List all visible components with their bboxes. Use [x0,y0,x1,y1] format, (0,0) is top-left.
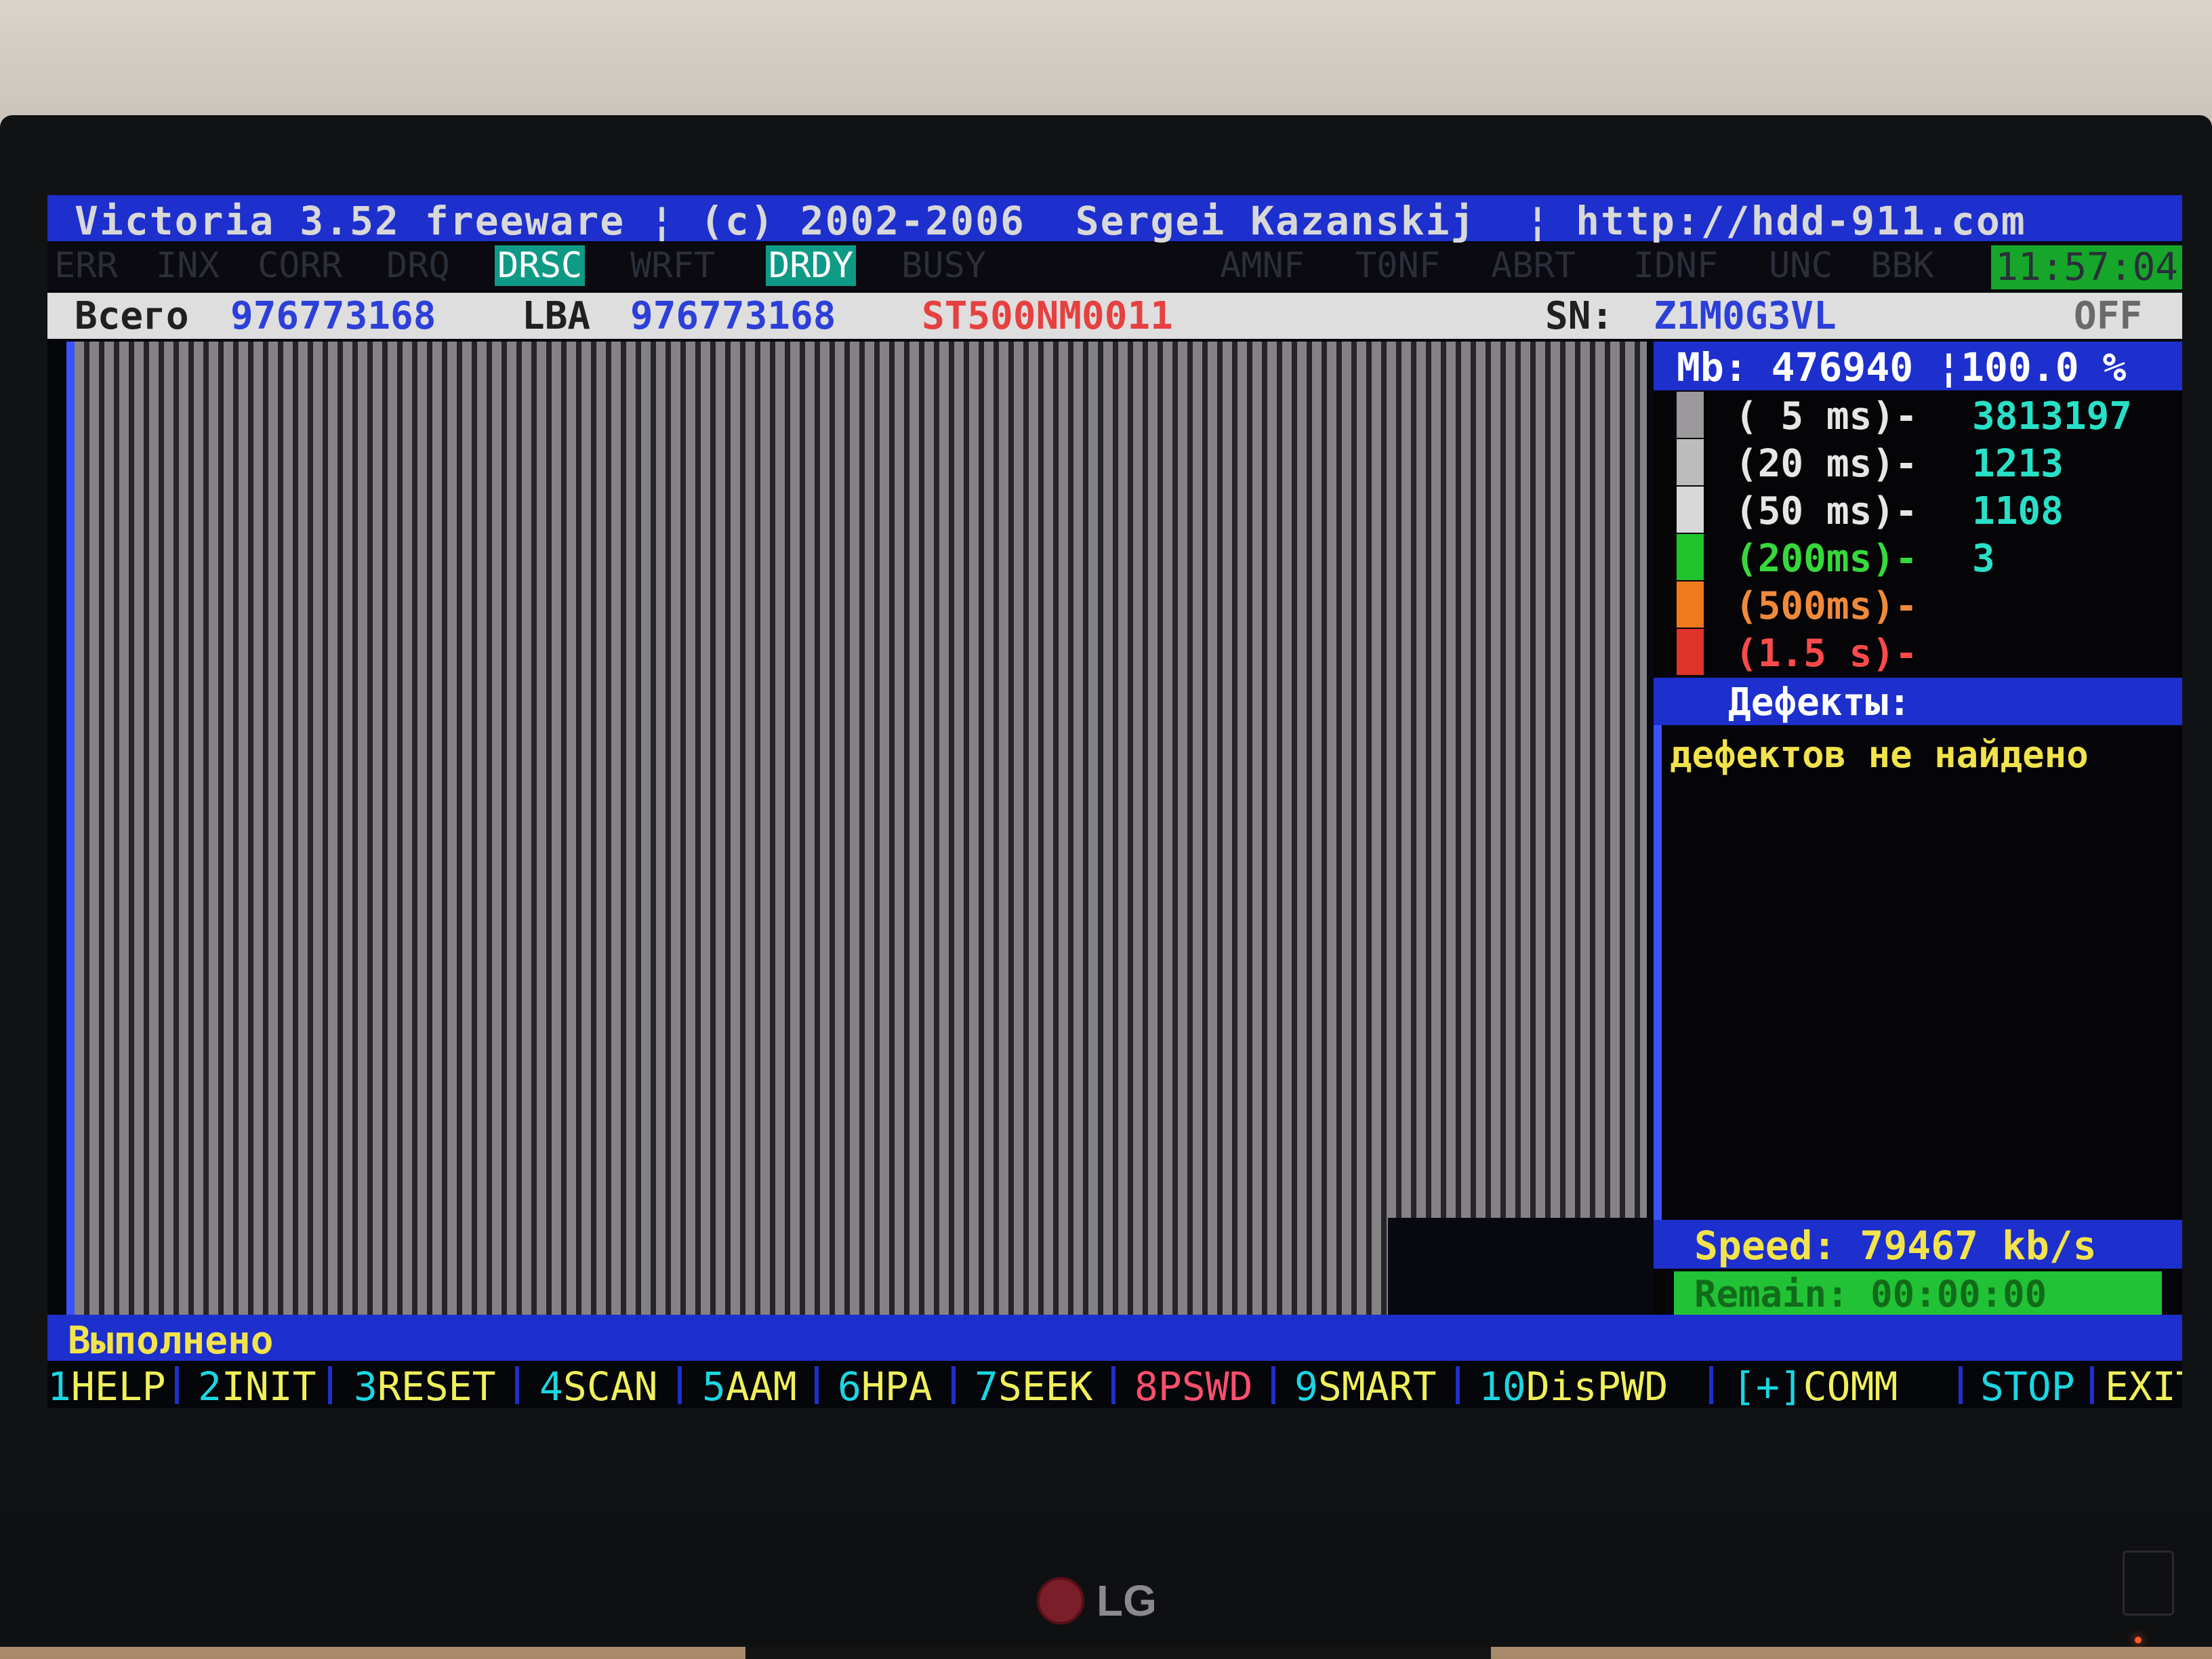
f4-scan-key[interactable]: 4SCAN [539,1364,658,1408]
off-label: OFF [2074,294,2143,338]
f6-hpa-key[interactable]: 6HPA [838,1364,933,1408]
mb-progress-bar: Mb: 476940 ¦100.0 % [1654,342,2182,390]
flag-drdy: DRDY [766,245,857,286]
status-text: Выполнено [68,1319,274,1363]
total-label: Всего [75,294,189,338]
flag-corr: CORR [258,245,343,286]
remain-readout: Remain: 00:00:00 [1694,1273,2047,1315]
flag-inx: INX [156,245,220,286]
defects-message: дефектов не найдено [1670,733,2089,776]
defects-list: дефектов не найдено [1654,725,2182,1220]
flag-drsc: DRSC [495,245,586,286]
monitor-logo: LG [1037,1576,1157,1626]
latency-500ms-swatch [1677,581,1704,628]
latency-5ms-swatch [1677,392,1704,438]
latency-5ms-count: 3813197 [1972,394,2133,438]
key-separator [678,1366,682,1404]
f8-pswd-key[interactable]: 8PSWD [1134,1364,1253,1408]
key-separator [1959,1366,1963,1404]
latency-1500ms-swatch [1677,629,1704,675]
scan-blocks [75,342,1647,1315]
latency-50ms-swatch [1677,487,1704,533]
latency-200ms-count: 3 [1972,537,1995,581]
function-key-bar: 1HELP 2INIT 3RESET 4SCAN 5AAM 6HPA 7SEEK… [47,1362,2182,1408]
drive-model: ST500NM0011 [922,294,1173,338]
flag-abrt: ABRT [1491,245,1576,286]
remain-bar: Remain: 00:00:00 [1674,1271,2162,1315]
latency-5ms-label: ( 5 ms)- [1735,394,1918,438]
sn-label: SN: [1545,294,1614,338]
flag-t0nf: T0NF [1355,245,1441,286]
stop-key[interactable]: STOP [1980,1364,2075,1408]
scan-grid [66,342,1659,1315]
scan-unfilled-area [1388,1218,1659,1315]
power-led-icon [2135,1637,2142,1643]
key-separator [515,1366,519,1404]
f10-dispwd-key[interactable]: 10DisPWD [1479,1364,1668,1408]
latency-20ms-swatch [1677,439,1704,485]
f3-reset-key[interactable]: 3RESET [354,1364,496,1408]
drive-info-bar: Всего 976773168 LBA 976773168 ST500NM001… [47,293,2182,339]
latency-200ms-label: (200ms)- [1735,537,1918,581]
latency-200ms-swatch [1677,534,1704,580]
flag-amnf: AMNF [1220,245,1305,286]
flag-err: ERR [54,245,118,286]
f5-aam-key[interactable]: 5AAM [702,1364,797,1408]
lg-logo-icon [1037,1577,1084,1624]
speed-bar: Speed: 79467 kb/s [1654,1220,2182,1269]
latency-50ms-count: 1108 [1972,489,2064,533]
side-panel: Mb: 476940 ¦100.0 % ( 5 ms)- 3813197 (20… [1654,342,2182,1315]
key-separator [951,1366,956,1404]
defects-header: Дефекты: [1654,678,2182,725]
latency-20ms-count: 1213 [1972,442,2064,486]
status-bar: Выполнено [47,1315,2182,1363]
flag-bbk: BBK [1870,245,1934,286]
key-separator [815,1366,819,1404]
flag-unc: UNC [1769,245,1832,286]
f7-seek-key[interactable]: 7SEEK [975,1364,1093,1408]
key-separator [2090,1366,2094,1404]
key-separator [1456,1366,1460,1404]
total-value: 976773168 [230,294,436,338]
clock: 11:57:04 [1991,245,2182,289]
defects-heading: Дефекты: [1728,680,1911,724]
screen: Victoria 3.52 freeware ¦ (c) 2002-2006 S… [47,195,2182,1408]
f2-init-key[interactable]: 2INIT [198,1364,316,1408]
key-separator [1271,1366,1275,1404]
energy-label-icon [2123,1551,2174,1616]
f1-help-key[interactable]: 1HELP [47,1364,166,1408]
status-flags: ERR INX CORR DRQ DRSC WRFT DRDY BUSY AMN… [47,243,2182,290]
key-separator [1111,1366,1115,1404]
lba-label: LBA [522,294,591,338]
flag-drq: DRQ [386,245,450,286]
f9-smart-key[interactable]: 9SMART [1294,1364,1437,1408]
title-bar: Victoria 3.52 freeware ¦ (c) 2002-2006 S… [47,195,2182,244]
key-separator [1709,1366,1713,1404]
exit-key[interactable]: EXIT [2105,1364,2182,1408]
lba-value: 976773168 [630,294,836,338]
sn-value: Z1M0G3VL [1654,294,1837,338]
speed-readout: Speed: 79467 kb/s [1694,1223,2097,1269]
latency-50ms-label: (50 ms)- [1735,489,1918,533]
flag-busy: BUSY [901,245,987,286]
key-separator [175,1366,179,1404]
brand-text: LG [1097,1576,1157,1625]
latency-1500ms-label: (1.5 s)- [1735,632,1918,676]
mb-progress: Mb: 476940 ¦100.0 % [1677,344,2127,390]
comm-key[interactable]: [+]COMM [1732,1364,1898,1408]
latency-500ms-label: (500ms)- [1735,584,1918,628]
flag-wrft: WRFT [630,245,716,286]
key-separator [328,1366,332,1404]
app-title: Victoria 3.52 freeware ¦ (c) 2002-2006 S… [75,198,2026,244]
latency-20ms-label: (20 ms)- [1735,442,1918,486]
flag-idnf: IDNF [1633,245,1719,286]
